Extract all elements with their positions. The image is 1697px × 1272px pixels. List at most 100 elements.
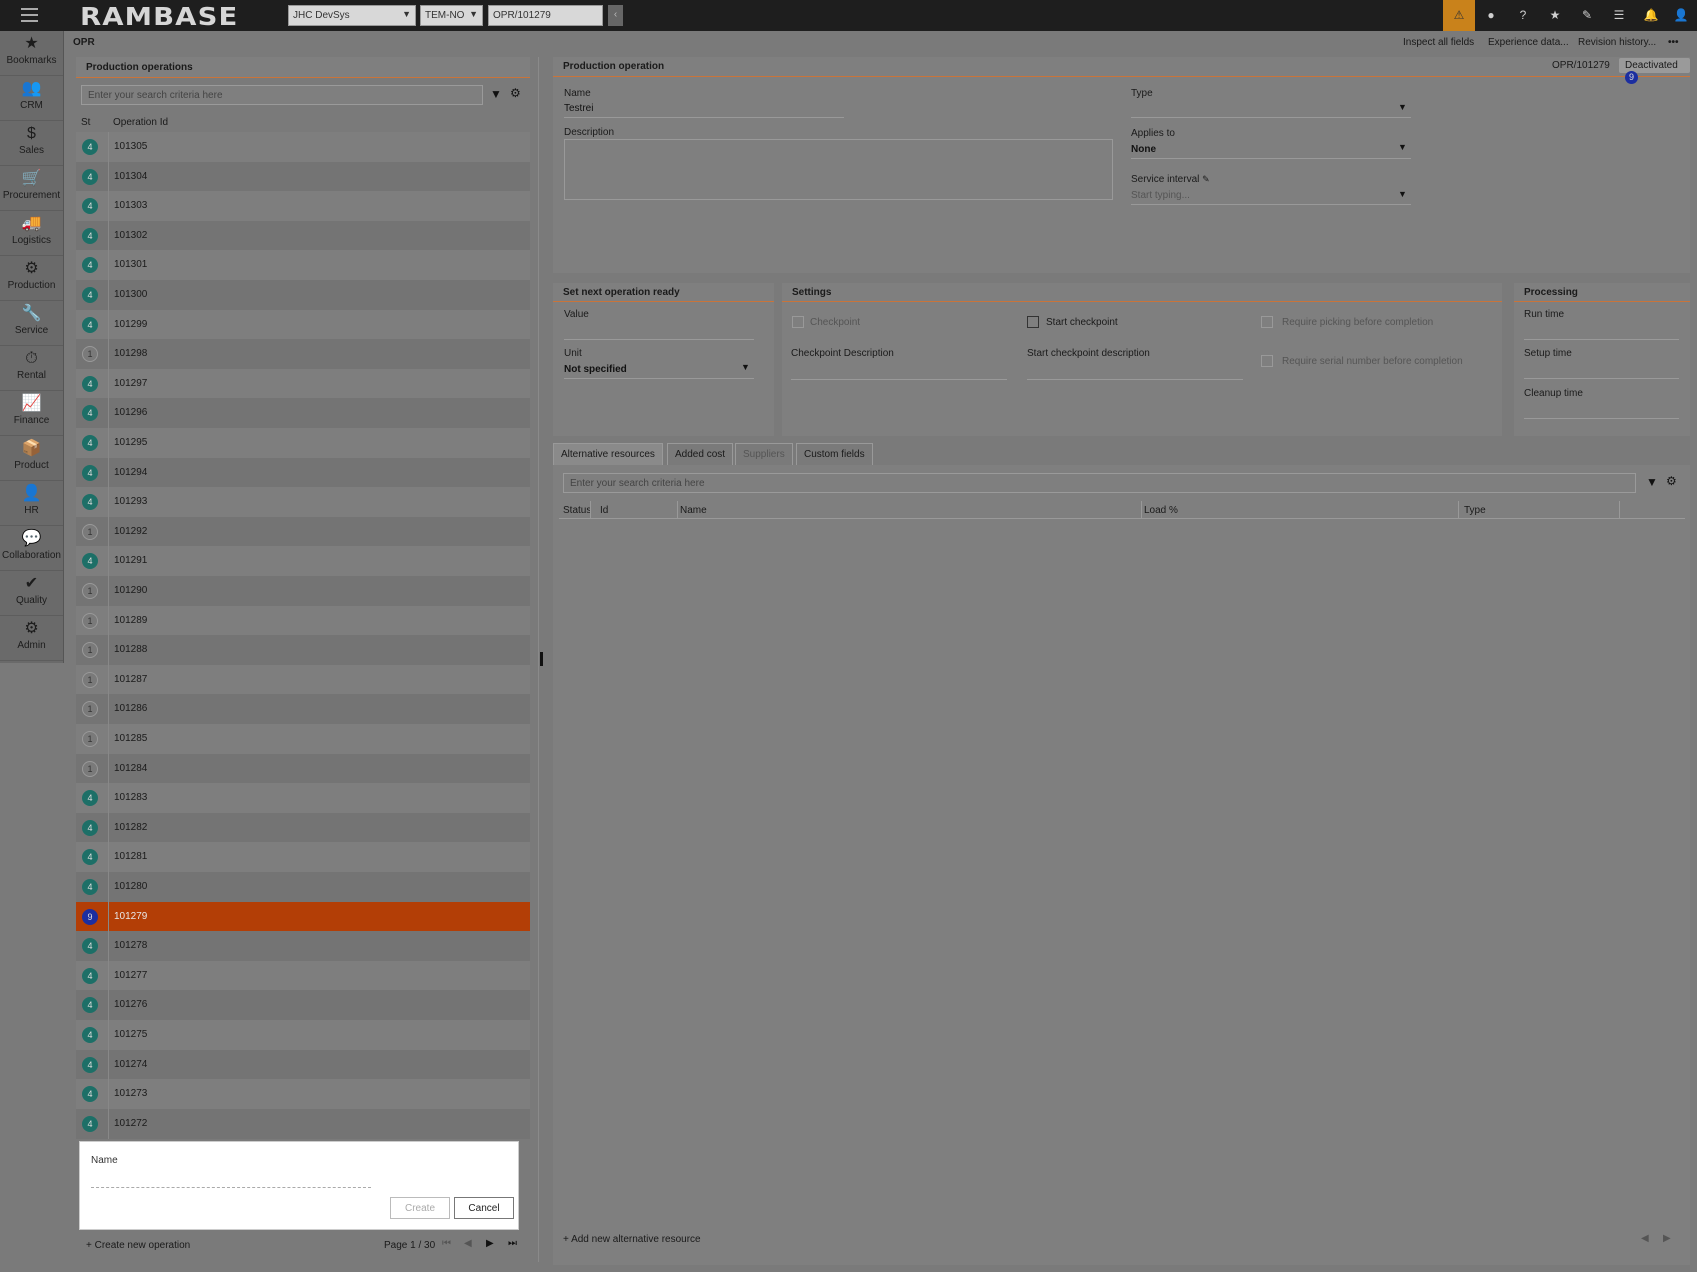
add-alternative-resource-button[interactable]: + Add new alternative resource	[563, 1234, 701, 1245]
back-button[interactable]: ‹	[608, 5, 623, 26]
value-input[interactable]	[564, 339, 754, 340]
start-checkpoint-description-input[interactable]	[1027, 379, 1243, 380]
table-row[interactable]: 4 101281	[76, 842, 530, 873]
nav-item-rental[interactable]: ⏱ Rental	[0, 346, 63, 391]
tab-custom-fields[interactable]: Custom fields	[796, 443, 873, 465]
nav-item-product[interactable]: 📦 Product	[0, 436, 63, 481]
table-row[interactable]: 4 101293	[76, 487, 530, 518]
splitter-grip[interactable]	[540, 652, 543, 666]
table-row[interactable]: 4 101282	[76, 812, 530, 843]
run-time-input[interactable]	[1524, 339, 1679, 340]
hamburger-menu-icon[interactable]	[21, 8, 38, 22]
cleanup-time-input[interactable]	[1524, 418, 1679, 419]
settings-gear-icon[interactable]: ⚙	[1666, 474, 1677, 488]
table-row[interactable]: 4 101305	[76, 132, 530, 162]
next-page-icon[interactable]: ▶	[486, 1238, 494, 1249]
unit-value[interactable]: Not specified	[564, 364, 627, 375]
last-page-icon[interactable]: ⏭	[508, 1238, 517, 1249]
table-row[interactable]: 1 101288	[76, 635, 530, 666]
require-picking-checkbox[interactable]	[1261, 316, 1273, 328]
create-new-operation-button[interactable]: + Create new operation	[86, 1240, 190, 1251]
service-interval-input[interactable]: Start typing...	[1131, 190, 1190, 201]
nav-item-hr[interactable]: 👤 HR	[0, 481, 63, 526]
database-select[interactable]: TEM-NO ▼	[420, 5, 483, 26]
col-name[interactable]: Name	[680, 505, 707, 516]
tab-suppliers[interactable]: Suppliers	[735, 443, 793, 465]
table-row[interactable]: 4 101272	[76, 1108, 530, 1139]
nav-item-collaboration[interactable]: 💬 Collaboration	[0, 526, 63, 571]
table-row[interactable]: 4 101300	[76, 280, 530, 310]
nav-item-production[interactable]: ⚙ Production	[0, 256, 63, 301]
description-textarea[interactable]	[564, 139, 1113, 200]
list-search-input[interactable]: Enter your search criteria here	[81, 85, 483, 105]
table-row[interactable]: 1 101290	[76, 576, 530, 606]
list-icon[interactable]: ☰	[1603, 0, 1635, 31]
table-row[interactable]: 1 101292	[76, 516, 530, 547]
table-row[interactable]: 4 101299	[76, 309, 530, 340]
table-row[interactable]: 4 101291	[76, 546, 530, 577]
name-input[interactable]	[91, 1173, 371, 1188]
table-row[interactable]: 1 101284	[76, 753, 530, 784]
nav-item-service[interactable]: 🔧 Service	[0, 301, 63, 346]
table-row[interactable]: 1 101289	[76, 605, 530, 636]
col-load[interactable]: Load %	[1144, 505, 1178, 516]
table-row[interactable]: 4 101296	[76, 398, 530, 429]
chevron-down-icon[interactable]: ▼	[1398, 189, 1407, 199]
bell-icon[interactable]: 🔔	[1635, 0, 1667, 31]
table-row[interactable]: 4 101304	[76, 161, 530, 192]
filter-icon[interactable]: ▼	[1646, 475, 1658, 489]
checkpoint-checkbox[interactable]	[792, 316, 804, 328]
table-row[interactable]: 9 101279	[76, 901, 530, 932]
require-serial-checkbox[interactable]	[1261, 355, 1273, 367]
nav-item-crm[interactable]: 👥 CRM	[0, 76, 63, 121]
table-row[interactable]: 4 101301	[76, 250, 530, 281]
experience-data-link[interactable]: Experience data...	[1488, 37, 1569, 48]
resources-search-input[interactable]: Enter your search criteria here	[563, 473, 1636, 493]
chevron-down-icon[interactable]: ▼	[1398, 142, 1407, 152]
star-icon[interactable]: ★	[1539, 0, 1571, 31]
tab-alternative-resources[interactable]: Alternative resources	[553, 443, 663, 465]
cancel-button[interactable]: Cancel	[454, 1197, 514, 1219]
table-row[interactable]: 4 101278	[76, 931, 530, 962]
filter-icon[interactable]: ▼	[490, 87, 502, 101]
table-row[interactable]: 4 101283	[76, 783, 530, 814]
col-status[interactable]: St	[81, 117, 90, 128]
checkpoint-description-input[interactable]	[791, 379, 1007, 380]
prev-page-icon[interactable]: ◀	[464, 1238, 472, 1249]
nav-item-sales[interactable]: $ Sales	[0, 121, 63, 166]
setup-time-input[interactable]	[1524, 378, 1679, 379]
question-icon[interactable]: ?	[1507, 0, 1539, 31]
table-row[interactable]: 4 101294	[76, 457, 530, 488]
table-row[interactable]: 4 101297	[76, 368, 530, 399]
nav-item-logistics[interactable]: 🚚 Logistics	[0, 211, 63, 256]
table-row[interactable]: 4 101276	[76, 990, 530, 1021]
first-page-icon[interactable]: ⏮	[442, 1238, 451, 1249]
panel-splitter[interactable]	[538, 57, 543, 1262]
col-id[interactable]: Id	[600, 505, 608, 516]
settings-gear-icon[interactable]: ⚙	[510, 86, 521, 100]
table-row[interactable]: 4 101303	[76, 191, 530, 222]
chevron-down-icon[interactable]: ▼	[1398, 102, 1407, 112]
table-row[interactable]: 1 101298	[76, 339, 530, 370]
user-icon[interactable]: 👤	[1665, 0, 1697, 31]
chevron-down-icon[interactable]: ▼	[741, 362, 750, 372]
col-status[interactable]: Status	[563, 505, 591, 516]
table-row[interactable]: 1 101287	[76, 664, 530, 695]
object-ref-input[interactable]: OPR/101279	[488, 5, 603, 26]
table-row[interactable]: 4 101302	[76, 220, 530, 251]
nav-item-bookmarks[interactable]: ★ Bookmarks	[0, 31, 63, 76]
table-row[interactable]: 4 101295	[76, 428, 530, 458]
table-row[interactable]: 4 101280	[76, 872, 530, 902]
next-page-icon[interactable]: ▶	[1663, 1233, 1671, 1244]
type-select[interactable]	[1131, 117, 1411, 118]
col-operation-id[interactable]: Operation Id	[113, 117, 168, 128]
col-type[interactable]: Type	[1464, 505, 1486, 516]
create-button[interactable]: Create	[390, 1197, 450, 1219]
table-row[interactable]: 4 101277	[76, 960, 530, 991]
table-row[interactable]: 1 101286	[76, 694, 530, 725]
table-row[interactable]: 4 101274	[76, 1049, 530, 1080]
prev-page-icon[interactable]: ◀	[1641, 1233, 1649, 1244]
nav-item-admin[interactable]: ⚙ Admin	[0, 616, 63, 661]
revision-history-link[interactable]: Revision history...	[1578, 37, 1656, 48]
more-options-icon[interactable]: •••	[1668, 37, 1679, 48]
